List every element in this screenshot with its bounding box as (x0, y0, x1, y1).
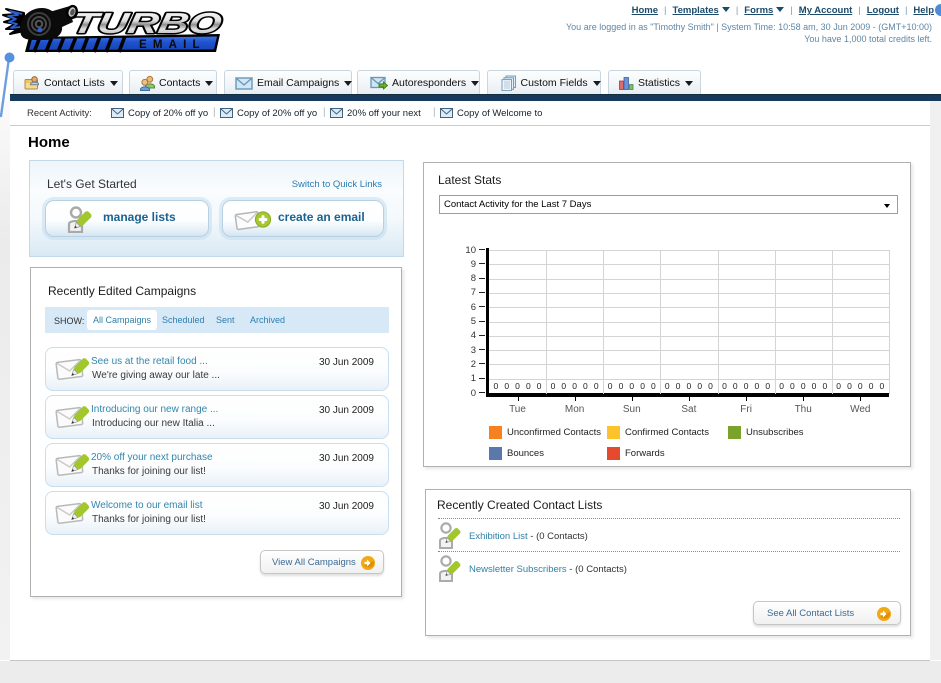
svg-text:EMAIL: EMAIL (139, 39, 206, 51)
svg-text:TURBO: TURBO (69, 8, 224, 40)
